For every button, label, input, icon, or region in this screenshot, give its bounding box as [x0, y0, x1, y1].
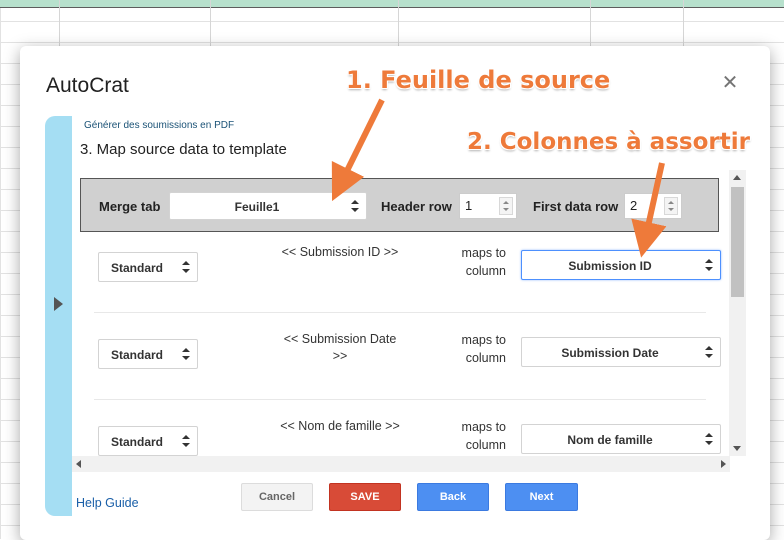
step-subtitle: Générer des soumissions en PDF: [84, 120, 235, 131]
field-type-value: Standard: [110, 435, 163, 449]
dialog-title: AutoCrat: [46, 74, 129, 97]
select-arrows-icon: [705, 346, 713, 358]
maps-to-line: maps to: [461, 246, 506, 260]
field-type-value: Standard: [110, 348, 163, 362]
merge-tab-select[interactable]: Feuille1: [169, 192, 367, 220]
select-arrows-icon: [182, 261, 190, 273]
side-panel-toggle[interactable]: [45, 116, 72, 516]
maps-to-line: column: [465, 438, 506, 452]
scroll-down-icon[interactable]: [733, 446, 741, 451]
select-arrows-icon: [182, 348, 190, 360]
maps-to-line: column: [465, 351, 506, 365]
field-type-select[interactable]: Standard: [98, 426, 198, 456]
scroll-left-icon[interactable]: [76, 460, 81, 468]
maps-to-line: maps to: [461, 420, 506, 434]
select-arrows-icon: [351, 200, 359, 212]
template-token: << Submission ID >>: [250, 244, 430, 261]
source-column-select[interactable]: Submission Date: [521, 337, 721, 367]
merge-tab-value: Feuille1: [234, 200, 280, 214]
step-title: 3. Map source data to template: [80, 141, 287, 158]
source-column-value: Submission ID: [568, 259, 652, 273]
field-type-select[interactable]: Standard: [98, 339, 198, 369]
select-arrows-icon: [705, 433, 713, 445]
template-token: << Submission Date >>: [250, 331, 430, 365]
vertical-scrollbar[interactable]: [729, 170, 746, 456]
maps-to-label: maps to column: [430, 418, 506, 454]
back-button[interactable]: Back: [417, 483, 489, 511]
first-data-row-input[interactable]: 2: [624, 193, 682, 219]
first-data-row-value: 2: [630, 198, 638, 213]
scroll-up-icon[interactable]: [733, 175, 741, 180]
token-line: << Submission ID >>: [281, 245, 399, 259]
header-row-value: 1: [465, 198, 473, 213]
annotation-columns: 2. Colonnes à assortir: [467, 129, 750, 155]
select-arrows-icon: [182, 435, 190, 447]
header-row-input[interactable]: 1: [459, 193, 517, 219]
select-arrows-icon: [705, 259, 713, 271]
token-line: << Nom de famille >>: [280, 419, 400, 433]
field-type-value: Standard: [110, 261, 163, 275]
annotation-source-sheet: 1. Feuille de source: [346, 66, 611, 94]
row-divider: [94, 312, 706, 313]
expand-arrow-icon: [54, 297, 63, 311]
mapping-row: Standard << Submission ID >> maps to col…: [80, 232, 748, 318]
save-button[interactable]: SAVE: [329, 483, 401, 511]
token-line: << Submission Date: [283, 332, 397, 346]
maps-to-line: maps to: [461, 333, 506, 347]
mapping-row: Standard << Submission Date >> maps to c…: [80, 319, 748, 405]
spreadsheet-header-row: [0, 0, 784, 8]
header-row-label: Header row: [381, 199, 452, 214]
spinner-icon[interactable]: [499, 197, 513, 215]
first-data-row-label: First data row: [533, 199, 619, 214]
merge-settings-bar: Merge tab Feuille1 Header row 1 First da…: [80, 178, 719, 232]
scroll-right-icon[interactable]: [721, 460, 726, 468]
autocrat-dialog: AutoCrat ✕ Générer des soumissions en PD…: [20, 46, 770, 540]
template-token: << Nom de famille >>: [250, 418, 430, 435]
scroll-thumb[interactable]: [731, 187, 744, 297]
source-column-value: Submission Date: [561, 346, 659, 360]
source-column-select[interactable]: Nom de famille: [521, 424, 721, 454]
field-type-select[interactable]: Standard: [98, 252, 198, 282]
maps-to-label: maps to column: [430, 331, 506, 367]
spinner-icon[interactable]: [664, 197, 678, 215]
maps-to-line: column: [465, 264, 506, 278]
source-column-select[interactable]: Submission ID: [521, 250, 721, 280]
merge-tab-label: Merge tab: [99, 199, 161, 214]
help-guide-link[interactable]: Help Guide: [76, 496, 139, 510]
cancel-button[interactable]: Cancel: [241, 483, 313, 511]
source-column-value: Nom de famille: [567, 433, 653, 447]
close-icon[interactable]: ✕: [721, 73, 739, 93]
token-line: >>: [332, 349, 348, 363]
row-divider: [94, 399, 706, 400]
next-button[interactable]: Next: [505, 483, 578, 511]
maps-to-label: maps to column: [430, 244, 506, 280]
mapping-scroll-area[interactable]: Merge tab Feuille1 Header row 1 First da…: [80, 170, 748, 472]
horizontal-scrollbar[interactable]: [72, 456, 730, 472]
